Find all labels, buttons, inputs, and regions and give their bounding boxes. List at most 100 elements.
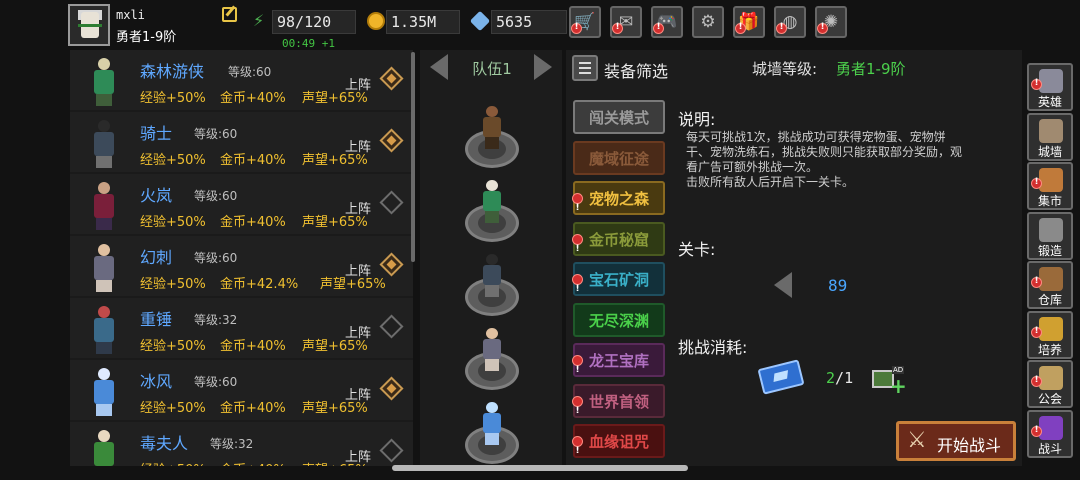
- description-line: 击败所有敌人后开启下一关卡。: [686, 175, 855, 189]
- hero-row[interactable]: 重锤 等级:32 经验+50% 金币+40% 声望+65% 上阵: [70, 298, 413, 358]
- alert-icon: [817, 22, 828, 34]
- mode-button[interactable]: 世界首领: [572, 383, 665, 427]
- alert-icon: [572, 395, 583, 427]
- hero-gold-bonus: 金币+40%: [220, 339, 286, 354]
- hero-name: 森林游侠: [140, 62, 205, 81]
- description-line: 干、宠物洗练石，挑战失败则只能获取部分奖励，观: [686, 145, 963, 159]
- sidebar-item-label: 城墙: [1037, 144, 1062, 159]
- sidebar-item-market-stall[interactable]: 集市: [1027, 162, 1073, 210]
- hero-portrait-body: [94, 318, 114, 342]
- hero-row[interactable]: 毒夫人等级:32经验+50%金币+40%声望+65%上阵: [70, 422, 413, 466]
- hero-portrait-legs: [96, 342, 112, 354]
- cost-title: 挑战消耗:: [678, 338, 748, 357]
- top-gear-button[interactable]: ⚙: [692, 6, 724, 38]
- deploy-toggle-icon[interactable]: [379, 376, 404, 401]
- mode-button[interactable]: 魔域征途: [573, 140, 665, 175]
- hero-gold-bonus: 金币+40%: [220, 401, 286, 416]
- alert-icon: [612, 22, 623, 34]
- hero-portrait-head: [98, 368, 110, 380]
- hero-name: 幻刺: [140, 248, 173, 267]
- hero-portrait-body: [94, 442, 114, 466]
- sidebar-item-castle-wall[interactable]: 城墙: [1027, 112, 1073, 161]
- team-prev-button[interactable]: [422, 52, 454, 82]
- mode-button[interactable]: 血缘诅咒: [572, 424, 665, 467]
- team-next-button[interactable]: [528, 52, 560, 82]
- alert-icon: [1031, 78, 1042, 90]
- deploy-toggle-icon[interactable]: [379, 190, 404, 215]
- team-hero-legs: [485, 285, 499, 297]
- start-battle-button[interactable]: ⚔ 开始战斗: [896, 421, 1016, 461]
- alert-icon: [1031, 375, 1042, 387]
- sidebar-item-label: 战斗: [1037, 441, 1062, 456]
- hero-portrait-head: [98, 58, 110, 70]
- wall-level-value: 勇者1-9阶: [836, 60, 906, 78]
- mode-button[interactable]: 无尽深渊: [573, 302, 665, 337]
- arrow-left-icon: [430, 54, 448, 80]
- hero-row[interactable]: 幻刺 等级:60 经验+50% 金币+42.4% 声望+65% 上阵: [70, 236, 413, 296]
- team-hero-sprite: [480, 106, 504, 150]
- hero-row[interactable]: 火岚 等级:60 经验+50% 金币+40% 声望+65% 上阵: [70, 174, 413, 234]
- deploy-toggle-icon[interactable]: [379, 314, 404, 339]
- hero-list-scrollbar[interactable]: [411, 52, 415, 262]
- equipment-filter-label[interactable]: 装备筛选: [604, 58, 668, 82]
- team-hero-sprite: [480, 180, 504, 224]
- team-hero-body: [483, 191, 501, 211]
- top-fireworks-button[interactable]: ✺: [815, 6, 847, 38]
- deploy-toggle-icon[interactable]: [379, 438, 404, 463]
- team-hero-body: [483, 117, 501, 137]
- alert-icon: [572, 354, 583, 386]
- top-gift-button[interactable]: 🎁: [733, 6, 765, 38]
- deploy-toggle-icon[interactable]: [379, 66, 404, 91]
- mode-button[interactable]: 金币秘窟: [572, 221, 665, 265]
- description-title: 说明:: [678, 110, 716, 129]
- anvil-icon: [1039, 217, 1063, 242]
- alert-icon: [776, 22, 787, 34]
- hero-exp-bonus: 经验+50%: [140, 153, 206, 168]
- hero-portrait-legs: [96, 94, 112, 106]
- team-hero-legs: [485, 359, 499, 371]
- team-hero-head: [486, 106, 498, 117]
- hero-list[interactable]: 森林游侠 等级:60 经验+50% 金币+40% 声望+65% 上阵 骑士 等级:60 经验+5…: [70, 50, 413, 466]
- sidebar-item-anvil[interactable]: 锻造: [1027, 211, 1073, 260]
- cost-separator: /: [835, 369, 845, 387]
- castle-wall-icon: [1039, 118, 1063, 143]
- hero-name: 重锤: [140, 310, 173, 329]
- hero-name: 冰风: [140, 372, 173, 391]
- hero-gold-bonus: 金币+40%: [220, 91, 286, 106]
- horizontal-scrollbar[interactable]: [392, 465, 688, 471]
- hero-row[interactable]: 冰风 等级:60 经验+50% 金币+40% 声望+65% 上阵: [70, 360, 413, 420]
- crossed-swords-icon: ⚔: [907, 428, 927, 453]
- mode-button[interactable]: 宝石矿洞: [572, 262, 665, 305]
- team-hero-body: [483, 339, 501, 359]
- sidebar-item-warehouse[interactable]: 仓库: [1027, 261, 1073, 309]
- mode-button[interactable]: 龙王宝库: [572, 343, 665, 386]
- hero-level: 等级:60: [194, 127, 238, 141]
- team-hero-legs: [485, 433, 499, 445]
- energy-counter: 98/120: [272, 10, 356, 34]
- player-avatar[interactable]: [68, 4, 110, 46]
- alert-icon: [1031, 276, 1042, 288]
- hero-deploy-label: 上阵: [345, 326, 372, 341]
- top-wheel-button[interactable]: ◍: [774, 6, 806, 38]
- top-shop-cart-button[interactable]: 🛒: [569, 6, 601, 38]
- level-prev-button[interactable]: [770, 268, 800, 302]
- sidebar-item-trophy[interactable]: 培养: [1027, 310, 1073, 359]
- top-mail-button[interactable]: ✉: [610, 6, 642, 38]
- hero-portrait-body: [94, 194, 114, 218]
- hero-level: 等级:60: [194, 251, 238, 265]
- sidebar-item-battle-portal[interactable]: 战斗: [1027, 409, 1073, 458]
- top-gamepad-button[interactable]: 🎮: [651, 6, 683, 38]
- mode-button[interactable]: 闯关模式: [573, 100, 665, 134]
- hero-portrait: [80, 302, 130, 356]
- deploy-toggle-icon[interactable]: [379, 128, 404, 153]
- watch-ad-icon[interactable]: + AD: [872, 366, 907, 396]
- filter-menu-icon[interactable]: [572, 55, 598, 81]
- hero-row[interactable]: 骑士 等级:60 经验+50% 金币+40% 声望+65% 上阵: [70, 112, 413, 172]
- hero-deploy-label: 上阵: [345, 202, 372, 217]
- hero-row[interactable]: 森林游侠 等级:60 经验+50% 金币+40% 声望+65% 上阵: [70, 50, 413, 110]
- sidebar-item-guild-crest[interactable]: 公会: [1027, 360, 1073, 408]
- mode-button[interactable]: 宠物之森: [572, 181, 665, 224]
- sidebar-item-hero-helmet[interactable]: 英雄: [1027, 63, 1073, 111]
- edit-icon[interactable]: [222, 7, 237, 22]
- team-hero-body: [483, 413, 501, 433]
